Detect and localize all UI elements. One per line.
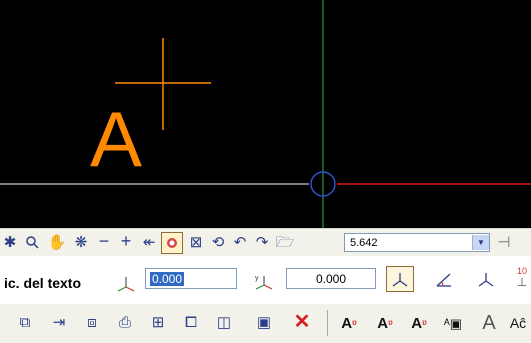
y-coordinate-input[interactable]: 0.000 (286, 268, 376, 289)
zoom-value: 5.642 (350, 236, 378, 249)
angle-icon[interactable] (432, 268, 454, 290)
minus-icon[interactable]: − (96, 232, 112, 250)
xy-axis-icon[interactable] (115, 274, 137, 294)
stretch-icon[interactable]: ⊞ (148, 312, 168, 332)
hand-icon[interactable]: ✋ (48, 233, 67, 251)
text-toolbar: ic. del texto 0.000 y 0.000 10 ⊥ (0, 256, 531, 304)
y-value-text: 0.000 (315, 271, 347, 286)
x-value-text: 0.000 (150, 271, 185, 286)
window-icon[interactable]: ▣ (254, 312, 274, 332)
mirror-icon[interactable]: ⧈ (82, 312, 102, 332)
arrow-left-icon[interactable]: ↞ (140, 234, 158, 250)
y-axis-icon[interactable]: y (253, 272, 275, 292)
text-frame-icon[interactable]: ᴬ▣ (442, 312, 464, 334)
open-folder-icon[interactable]: 🗁 (276, 234, 295, 250)
text-entity-a: A (90, 95, 142, 183)
zoom-icon[interactable] (24, 234, 40, 250)
text-style-3-icon[interactable]: Aʋ (408, 312, 430, 334)
view-toolbar: ✱ ✋ ❋ − + ↞ ⊠ ⟲ ↶ ↷ 🗁 5.642 ▼ ⊣ (0, 228, 531, 257)
undo-view-icon[interactable]: ↶ (232, 234, 248, 250)
x-coordinate-input[interactable]: 0.000 (145, 268, 237, 289)
drawing-canvas[interactable]: A (0, 0, 531, 228)
canvas-graphics: A (0, 0, 531, 228)
snap-point-icon[interactable] (386, 266, 414, 292)
pin-icon[interactable]: ⊣ (496, 234, 512, 250)
zoom-extents-icon[interactable]: ❋ (73, 234, 89, 250)
array-icon[interactable]: ⧠ (181, 312, 201, 332)
print-icon[interactable]: ⎙ (115, 312, 135, 332)
text-height-icon[interactable]: 10 ⊥ (514, 264, 530, 290)
plus-icon[interactable]: + (118, 232, 134, 250)
text-style-1-icon[interactable]: Aʋ (338, 312, 360, 334)
rotate-view-icon[interactable]: ⟲ (210, 234, 226, 250)
target-icon[interactable] (161, 232, 183, 254)
axis-orient-icon[interactable] (475, 268, 497, 290)
edit-toolbar: ⧉ ⇥ ⧈ ⎙ ⊞ ⧠ ◫ ▣ ✕ Aʋ Aʋ Aʋ ᴬ▣ A Aĉ (0, 304, 531, 343)
zoom-combo[interactable]: 5.642 ▼ (344, 233, 490, 252)
text-position-label: ic. del texto (4, 275, 82, 291)
scale-icon[interactable]: ◫ (214, 312, 234, 332)
chevron-down-icon[interactable]: ▼ (472, 235, 489, 250)
redo-view-icon[interactable]: ↷ (254, 234, 270, 250)
svg-text:y: y (255, 275, 259, 282)
text-style-2-icon[interactable]: Aʋ (374, 312, 396, 334)
pan-icon[interactable]: ✱ (2, 234, 18, 250)
zoom-window-icon[interactable]: ⊠ (188, 234, 204, 250)
text-char-icon[interactable]: Aĉ (506, 312, 530, 334)
move-icon[interactable]: ⇥ (49, 312, 69, 332)
toolbar-separator (327, 310, 328, 336)
copy-icon[interactable]: ⧉ (15, 312, 35, 332)
delete-icon[interactable]: ✕ (291, 311, 313, 333)
text-size-icon[interactable]: A (478, 311, 500, 335)
